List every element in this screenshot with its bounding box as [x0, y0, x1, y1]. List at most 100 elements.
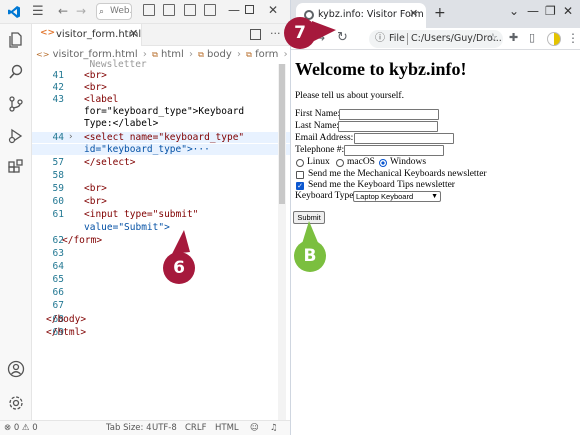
problems-count[interactable]: ⊗ 0 ⚠ 0 [4, 423, 38, 433]
first-name-field[interactable] [339, 109, 439, 120]
tab-search-chevron-icon[interactable]: ⌄ [509, 4, 519, 18]
settings-gear-icon[interactable] [7, 394, 25, 412]
restore-icon[interactable]: ❐ [545, 4, 556, 18]
code-line: 62 </form> [52, 235, 103, 246]
browser-tab[interactable]: kybz.info: Visitor Form ✕ [296, 3, 426, 28]
activity-bar [0, 24, 32, 420]
keyboard-type-select[interactable]: Laptop Keyboard ▼ [353, 191, 441, 202]
split-editor-icon[interactable] [250, 29, 261, 40]
account-icon[interactable] [7, 360, 25, 378]
code-line: for="keyboard_type">Keyboard [84, 106, 245, 117]
telephone-field[interactable] [344, 145, 444, 156]
tab-size-indicator[interactable]: Tab Size: 4 [106, 423, 152, 433]
profile-avatar-icon[interactable] [547, 32, 561, 46]
os-radio-linux[interactable] [296, 159, 304, 167]
code-line: 68 </body> [46, 314, 87, 325]
encoding-indicator[interactable]: UTF-8 [152, 423, 177, 433]
os-radio-windows[interactable] [379, 159, 387, 167]
address-bar[interactable]: ⓘ File C:/Users/Guy/Dro... [369, 30, 503, 48]
tab-visitor-form[interactable]: <> visitor_form.html ✕ [32, 24, 142, 46]
close-window-icon[interactable]: ✕ [268, 3, 278, 17]
new-tab-icon[interactable]: + [434, 5, 446, 21]
close-window-icon[interactable]: ✕ [563, 4, 573, 18]
code-line: 43 <label [52, 94, 119, 105]
email-field[interactable] [354, 133, 454, 144]
callout-6: 6 [163, 252, 195, 284]
close-tab-icon[interactable]: ✕ [129, 27, 138, 40]
code-line: 69 </html> [46, 327, 87, 338]
web-page: Welcome to kybz.info! Please tell us abo… [291, 50, 580, 435]
code-line: 63 [52, 248, 64, 259]
code-line-highlighted: id="keyboard_type">··· [32, 144, 290, 155]
code-line-highlighted: 44 › <select name="keyboard_type" [32, 132, 290, 143]
callout-b: B [294, 240, 326, 272]
code-line: 60 <br> [52, 196, 107, 207]
submit-button[interactable]: Submit [293, 211, 325, 224]
status-bar: ⊗ 0 ⚠ 0 Tab Size: 4 UTF-8 CRLF HTML ☺ ♫ [0, 420, 290, 435]
mechanical-newsletter-checkbox[interactable] [296, 171, 304, 179]
menu-icon[interactable]: ☰ [32, 4, 44, 19]
os-label-linux: Linux [307, 157, 330, 167]
code-line: 66 [52, 287, 64, 298]
more-actions-icon[interactable]: ··· [270, 27, 281, 40]
source-control-icon[interactable] [7, 95, 25, 113]
eol-indicator[interactable]: CRLF [185, 423, 206, 433]
code-line: 59 <br> [52, 183, 107, 194]
minimize-icon[interactable]: — [228, 3, 240, 17]
command-search-input[interactable]: ⌕ Web... [96, 3, 132, 20]
editor-tab-bar: <> visitor_form.html ✕ ··· [32, 24, 290, 46]
email-label: Email Address: [295, 133, 354, 143]
search-icon: ⌕ [99, 7, 105, 17]
chevron-down-icon: ▼ [431, 193, 438, 200]
mechanical-newsletter-label: Send me the Mechanical Keyboards newslet… [308, 169, 487, 179]
run-debug-icon[interactable] [7, 127, 25, 145]
toggle-panel-icon[interactable] [163, 4, 175, 16]
fold-chevron-icon[interactable]: › [68, 132, 73, 143]
extensions-icon[interactable] [7, 159, 25, 177]
callout-7: 7 [284, 17, 316, 49]
search-sidebar-icon[interactable] [7, 63, 25, 81]
code-line: 64 [52, 261, 64, 272]
language-indicator[interactable]: HTML [215, 423, 239, 433]
editor-scrollbar-thumb[interactable] [279, 64, 285, 204]
feedback-icon[interactable]: ☺ [250, 423, 259, 433]
side-panel-icon[interactable]: ▯ [529, 31, 535, 44]
info-icon[interactable]: ⓘ [375, 30, 385, 48]
notifications-bell-icon[interactable]: ♫ [270, 423, 278, 433]
code-line: 65 [52, 274, 64, 285]
tips-newsletter-checkbox[interactable]: ✓ [296, 182, 304, 190]
explorer-icon[interactable] [7, 31, 25, 49]
reload-icon[interactable]: ↻ [337, 30, 348, 45]
code-line: 58 [52, 170, 64, 181]
telephone-label: Telephone #: [295, 145, 345, 155]
customize-layout-icon[interactable] [204, 4, 216, 16]
keyboard-type-value: Laptop Keyboard [356, 192, 414, 201]
code-editor[interactable]: Newsletter 41 <br> 42 <br> 43 <label for="k… [32, 59, 290, 420]
minimize-icon[interactable]: — [527, 4, 539, 18]
toggle-primary-sidebar-icon[interactable] [143, 4, 155, 16]
maximize-icon[interactable] [245, 5, 254, 14]
browser-toolbar: ← → ↻ ⓘ File C:/Users/Guy/Dro... ☆ ✚ ▯ ⋮ [291, 28, 580, 50]
code-line: 42 <br> [52, 82, 107, 93]
browser-tab-title: kybz.info: Visitor Form [318, 9, 424, 20]
back-arrow-icon[interactable]: ← [58, 4, 68, 18]
forward-arrow-icon[interactable]: → [315, 31, 325, 45]
vscode-titlebar: ☰ ← → ⌕ Web... — ✕ [0, 0, 290, 24]
last-name-field[interactable] [338, 121, 438, 132]
forward-arrow-icon[interactable]: → [76, 4, 86, 18]
more-menu-icon[interactable]: ⋮ [567, 31, 579, 45]
first-name-label: First Name: [295, 109, 341, 119]
keyboard-type-label: Keyboard Type: [295, 191, 357, 201]
code-line: Newsletter [78, 59, 147, 70]
toggle-secondary-sidebar-icon[interactable] [184, 4, 196, 16]
bookmark-star-icon[interactable]: ☆ [488, 31, 498, 44]
vscode-logo-icon [7, 5, 21, 19]
extensions-puzzle-icon[interactable]: ✚ [509, 31, 518, 44]
browser-tab-strip: kybz.info: Visitor Form ✕ + ⌄ — ❐ ✕ [291, 0, 580, 28]
command-search-text: Web... [110, 6, 131, 16]
address-scheme: File [389, 33, 405, 44]
html-file-icon: <> [40, 28, 56, 38]
close-tab-icon[interactable]: ✕ [409, 7, 418, 20]
os-radio-macos[interactable] [336, 159, 344, 167]
vscode-window: ☰ ← → ⌕ Web... — ✕ [0, 0, 290, 435]
